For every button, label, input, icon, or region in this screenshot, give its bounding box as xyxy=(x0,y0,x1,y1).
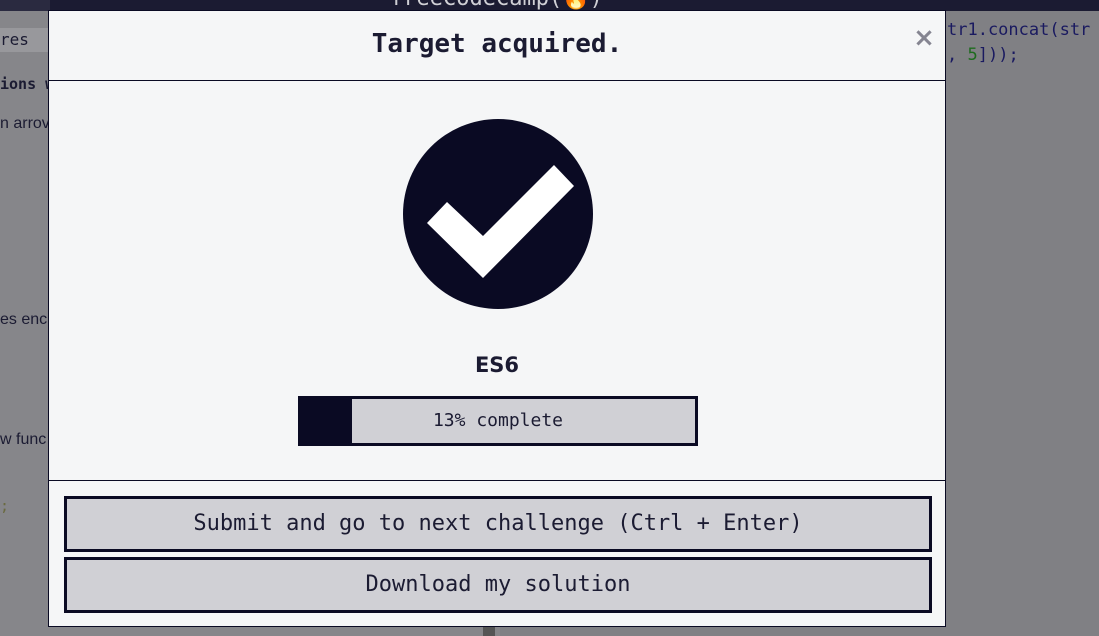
modal-footer: Submit and go to next challenge (Ctrl + … xyxy=(49,480,945,627)
code-number: 5 xyxy=(967,45,978,65)
progress-bar: 13% complete xyxy=(298,396,698,446)
instructions-text: w func xyxy=(0,431,47,448)
nav-left-block xyxy=(0,0,50,11)
instructions-text: es enc xyxy=(0,311,48,328)
progress-label: 13% complete xyxy=(432,410,564,431)
modal-title: Target acquired. xyxy=(371,29,623,59)
code-line: , 5])); xyxy=(947,45,1019,65)
instructions-heading: ions w xyxy=(0,75,55,93)
pane-divider xyxy=(483,627,495,636)
code-token: , xyxy=(947,45,968,65)
modal-body: ES6 13% complete xyxy=(49,81,945,481)
completion-modal: Target acquired. × ES6 13% complete Subm… xyxy=(48,10,946,627)
modal-header: Target acquired. × xyxy=(49,11,945,81)
code-editor-text: tr1.concat(str , 5])); xyxy=(947,18,1090,68)
instructions-text: n arrov xyxy=(0,115,50,132)
check-circle-icon xyxy=(403,119,593,309)
download-solution-button[interactable]: Download my solution xyxy=(64,557,932,613)
submit-next-button[interactable]: Submit and go to next challenge (Ctrl + … xyxy=(64,496,932,552)
close-button[interactable]: × xyxy=(913,25,935,51)
block-name: ES6 xyxy=(474,353,520,377)
code-line: tr1.concat(str xyxy=(947,20,1091,40)
code-semicolon: ; xyxy=(0,497,10,515)
code-token: ])); xyxy=(977,45,1019,65)
